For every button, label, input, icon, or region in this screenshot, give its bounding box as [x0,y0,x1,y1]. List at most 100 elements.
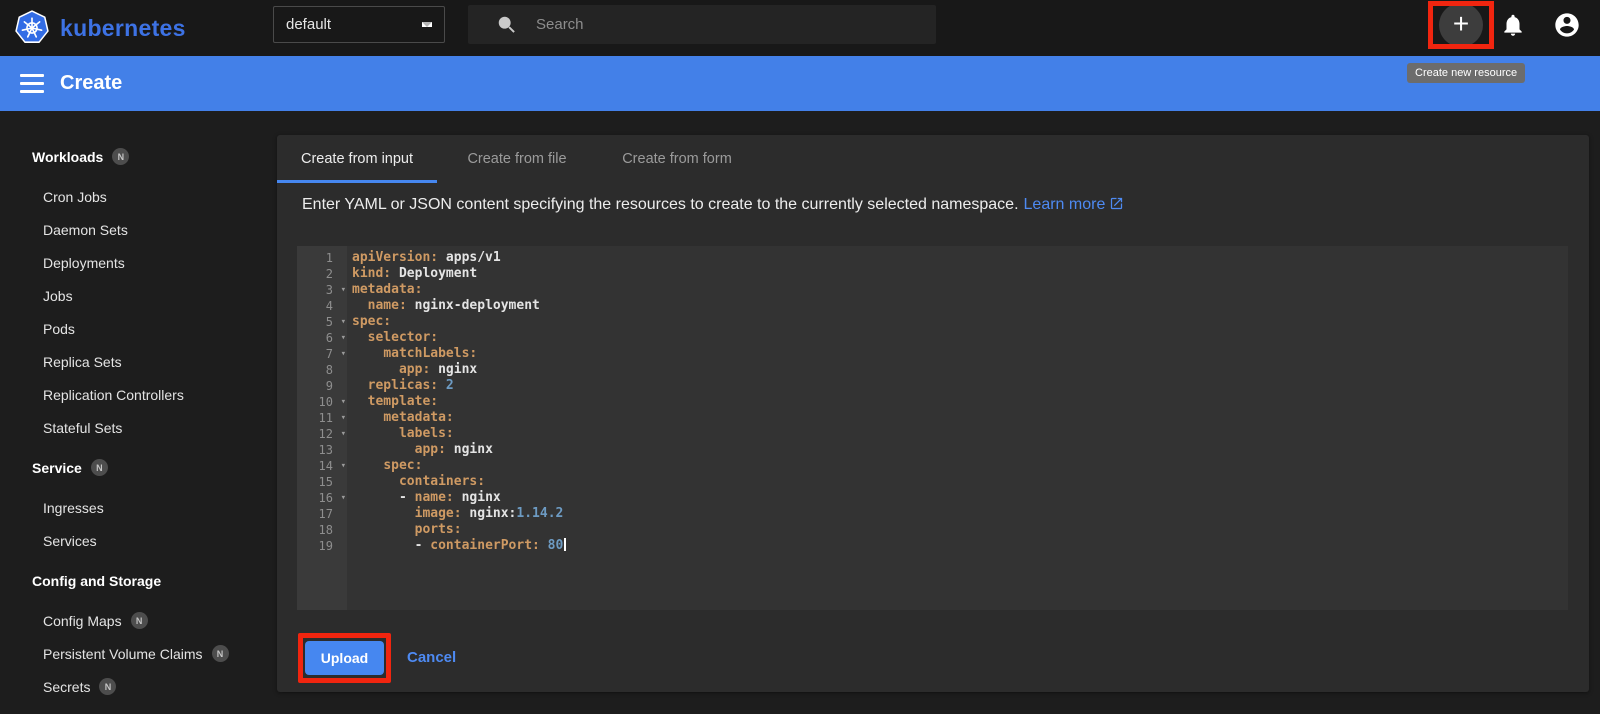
code-line: - name: nginx [352,490,501,505]
sidebar-item-label: Jobs [43,287,73,304]
fold-arrow-icon[interactable]: ▾ [341,410,346,426]
line-number: 19 [318,539,333,553]
line-number: 1 [325,251,333,265]
kubernetes-logo-icon [15,10,49,43]
sidebar-item-services[interactable]: Services [0,524,277,557]
create-new-resource-button[interactable]: + [1439,3,1483,47]
sidebar-item-deployments[interactable]: Deployments [0,246,277,279]
line-number: 18 [318,523,333,537]
sidebar-item-service[interactable]: Service N [0,451,277,484]
sidebar-item-workloads[interactable]: Workloads N [0,140,277,173]
tab-bar: Create from input Create from file Create … [277,135,1589,183]
code-line: template: [367,394,439,409]
tab-create-from-input[interactable]: Create from input [277,135,437,183]
fold-arrow-icon[interactable]: ▾ [341,426,346,442]
text-caret [564,538,567,551]
sidebar-item-label: Config Maps [43,612,122,629]
editor-gutter: 1 2 3 ▾ 4 5 ▾ 6 ▾ 7 ▾ 8 9 10 ▾ 11 ▾ 12 ▾ 13 14 ▾ 15 16 ▾ 17 18 19 [297,246,347,610]
line-number: 14 ▾ [318,458,346,474]
sidebar-item-label: Workloads [32,148,104,165]
fold-arrow-icon[interactable]: ▾ [341,394,346,410]
sidebar-item-persistent-volume-claims[interactable]: Persistent Volume Claims N [0,637,277,670]
line-number: 10 ▾ [318,394,346,410]
code-line: kind: Deployment [352,266,478,281]
new-badge: N [99,678,117,695]
line-number: 4 [325,299,333,313]
upload-button[interactable]: Upload [305,641,384,675]
sidebar-item-label: Persistent Volume Claims [43,645,203,662]
yaml-editor[interactable]: 1 2 3 ▾ 4 5 ▾ 6 ▾ 7 ▾ 8 9 10 ▾ 11 ▾ 12 ▾ 13 14 ▾ 15 16 ▾ 17 18 19 a… [297,246,1568,610]
sidebar-item-label: Secrets [43,678,91,695]
new-badge: N [90,459,108,476]
annotation-box-upload-button: Upload [298,633,391,683]
fold-arrow-icon[interactable]: ▾ [341,282,346,298]
fold-arrow-icon[interactable]: ▾ [341,314,346,330]
hamburger-icon [20,74,44,77]
tab-create-from-file[interactable]: Create from file [437,135,597,183]
sidebar-item-replica-sets[interactable]: Replica Sets [0,345,277,378]
sidebar-item-label: Daemon Sets [43,221,128,238]
sidebar-item-pods[interactable]: Pods [0,312,277,345]
sidebar-item-replication-controllers[interactable]: Replication Controllers [0,378,277,411]
line-number: 2 [325,267,333,281]
line-number: 15 [318,475,333,489]
kubernetes-dashboard: kubernetes default + Create Create new r… [0,0,1600,714]
account-button[interactable] [1553,11,1581,39]
sidebar-item-label: Stateful Sets [43,419,123,436]
code-line: name: nginx-deployment [367,298,540,313]
sidebar-item-secrets[interactable]: Secrets N [0,670,277,703]
tab-create-from-form[interactable]: Create from form [597,135,757,183]
namespace-selector[interactable]: default [273,6,445,43]
sidebar-item-label: Ingresses [43,499,104,516]
chevron-down-icon [422,22,432,27]
editor-code: apiVersion: apps/v1 kind: Deployment metad… [347,246,1568,610]
sidebar-item-label: Deployments [43,254,125,271]
search-bar[interactable] [468,5,936,44]
sidebar-item-label: Replication Controllers [43,386,184,403]
line-number: 17 [318,507,333,521]
notifications-button[interactable] [1500,12,1526,38]
code-line: containers: [398,474,486,489]
code-line: app: nginx [398,362,478,377]
line-number: 8 [325,363,333,377]
fold-arrow-icon[interactable]: ▾ [341,490,346,506]
sidebar-item-stateful-sets[interactable]: Stateful Sets [0,411,277,444]
new-badge: N [211,645,229,662]
description-text: Enter YAML or JSON content specifying th… [302,196,1019,213]
sidebar-item-label: Config and Storage [32,572,162,589]
code-line: - containerPort: 80 [352,538,1568,554]
code-line: spec: [352,314,392,329]
app-bar: Create [0,56,1600,111]
sidebar-item-cron-jobs[interactable]: Cron Jobs [0,180,277,213]
sidebar-item-label: Replica Sets [43,353,122,370]
cancel-button[interactable]: Cancel [407,641,456,675]
line-number: 12 ▾ [318,426,346,442]
sidebar: Workloads N Cron Jobs Daemon Sets Deployment… [0,111,277,714]
line-number: 13 [318,443,333,457]
open-in-new-icon [1111,197,1123,210]
learn-more-link[interactable]: Learn more [1024,196,1106,213]
code-line: spec: [383,458,423,473]
search-input[interactable] [534,15,936,34]
code-line: ports: [414,522,462,537]
sidebar-item-config-and-storage[interactable]: Config and Storage [0,564,277,597]
sidebar-item-config-maps[interactable]: Config Maps N [0,604,277,637]
sidebar-item-label: Services [43,532,97,549]
sidebar-item-ingresses[interactable]: Ingresses [0,491,277,524]
line-number: 6 ▾ [325,330,346,346]
fold-arrow-icon[interactable]: ▾ [341,458,346,474]
sidebar-item-daemon-sets[interactable]: Daemon Sets [0,213,277,246]
search-icon [498,16,515,33]
line-number: 9 [325,379,333,393]
code-line: selector: [367,330,439,345]
page-title: Create [60,72,123,94]
line-number: 5 ▾ [325,314,346,330]
new-badge: N [130,612,148,629]
fold-arrow-icon[interactable]: ▾ [341,346,346,362]
code-line: labels: [398,426,454,441]
new-badge: N [112,148,130,165]
sidebar-item-jobs[interactable]: Jobs [0,279,277,312]
menu-button[interactable] [20,74,44,93]
fold-arrow-icon[interactable]: ▾ [341,330,346,346]
line-number: 16 ▾ [318,490,346,506]
